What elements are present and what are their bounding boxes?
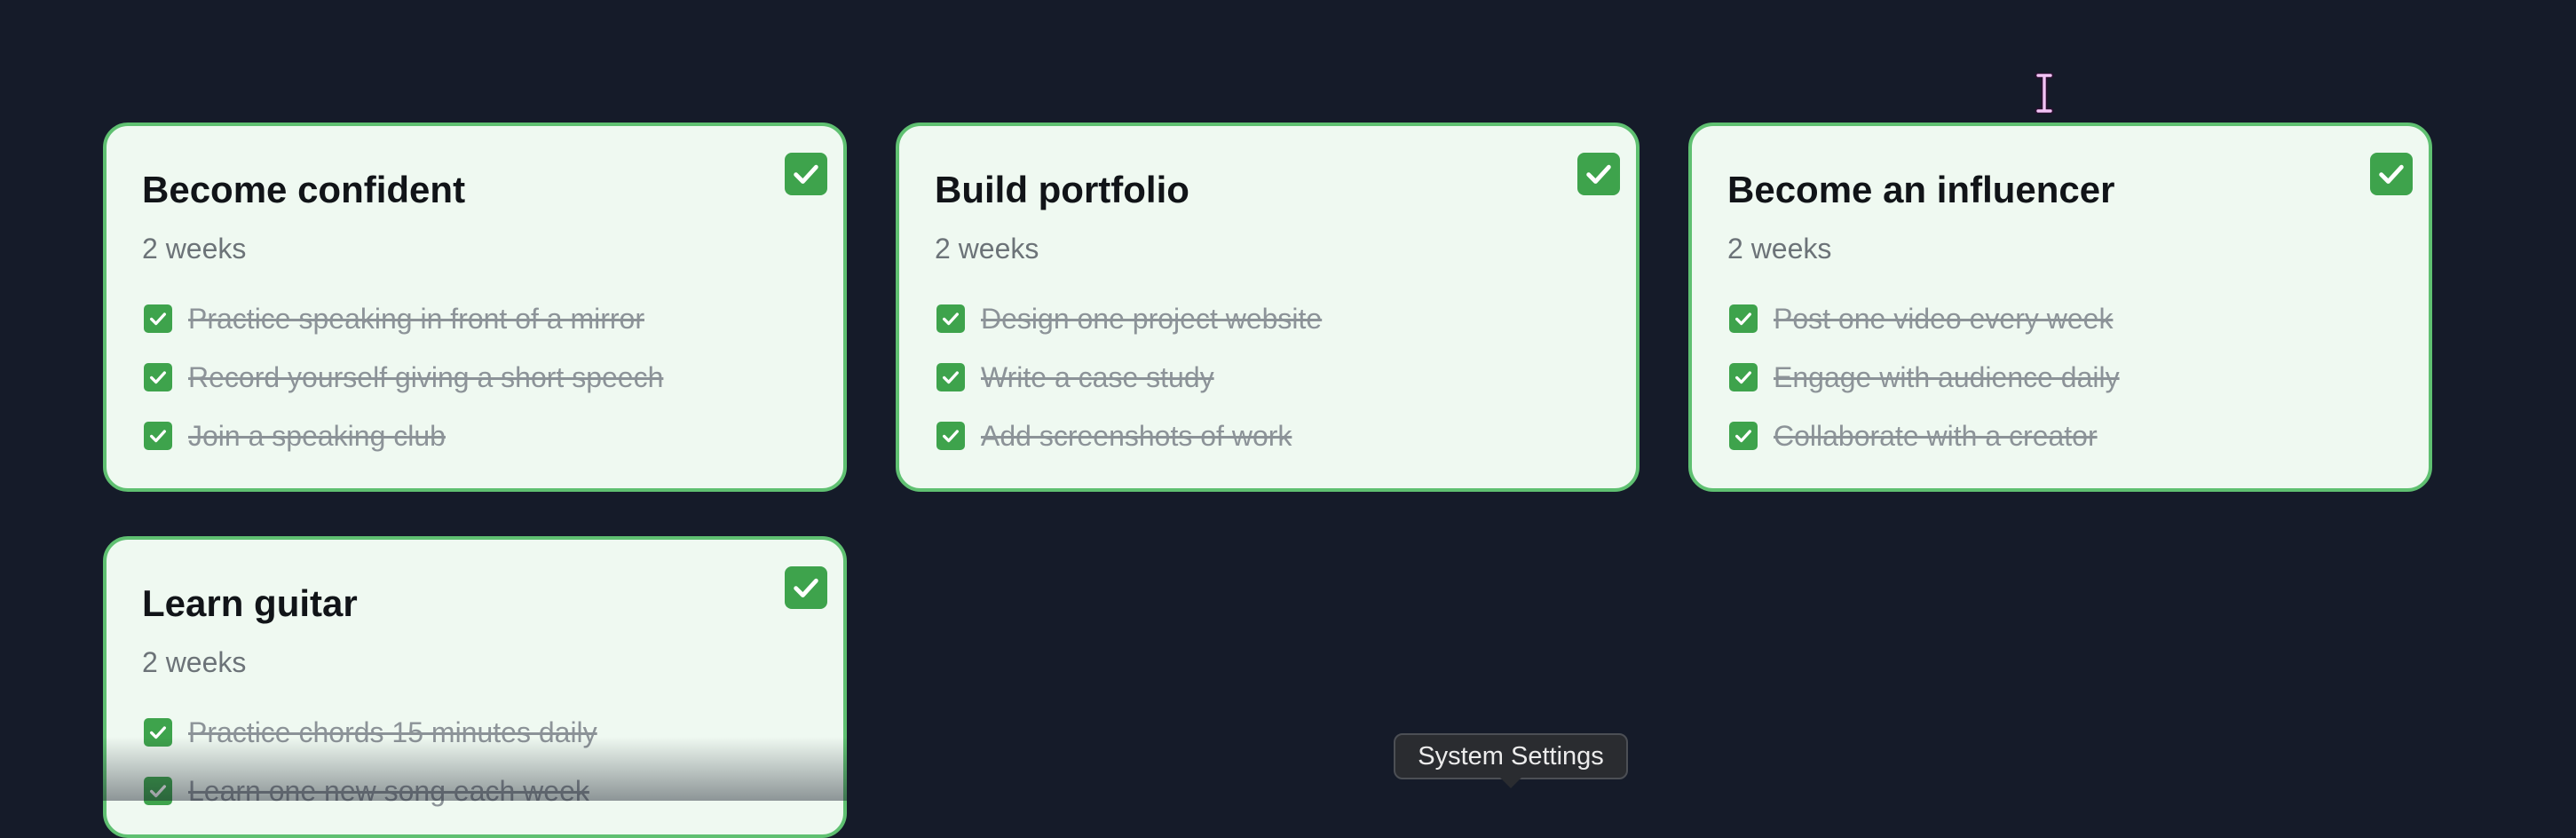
checkbox-checked-icon[interactable] (144, 422, 172, 450)
task-item: Learn one new song each week (142, 762, 808, 820)
task-item: Write a case study (935, 348, 1600, 407)
task-item: Post one video every week (1727, 289, 2393, 348)
checkbox-checked-icon[interactable] (936, 422, 965, 450)
task-item: Design one project website (935, 289, 1600, 348)
task-label: Add screenshots of work (981, 419, 1292, 452)
check-box-icon[interactable] (785, 153, 827, 195)
goal-duration: 2 weeks (1727, 233, 1832, 265)
task-list: Practice speaking in front of a mirror R… (142, 289, 808, 465)
checkbox-checked-icon[interactable] (144, 304, 172, 333)
checkbox-checked-icon[interactable] (1729, 304, 1758, 333)
check-box-icon[interactable] (1577, 153, 1620, 195)
goal-duration: 2 weeks (935, 233, 1039, 265)
text-cursor-icon (2035, 73, 2054, 114)
goal-card[interactable]: Learn guitar 2 weeks Practice chords 15 … (103, 536, 847, 838)
checkbox-checked-icon[interactable] (936, 363, 965, 391)
goal-duration: 2 weeks (142, 646, 247, 678)
checkbox-checked-icon[interactable] (144, 363, 172, 391)
task-item: Practice speaking in front of a mirror (142, 289, 808, 348)
task-item: Join a speaking club (142, 407, 808, 465)
goal-title: Learn guitar (142, 582, 358, 624)
task-label: Practice speaking in front of a mirror (188, 302, 644, 335)
goal-card[interactable]: Become confident 2 weeks Practice speaki… (103, 123, 847, 492)
task-label: Collaborate with a creator (1774, 419, 2098, 452)
tooltip-arrow (1500, 778, 1521, 788)
goal-duration: 2 weeks (142, 233, 247, 265)
task-list: Practice chords 15 minutes daily Learn o… (142, 703, 808, 820)
check-box-icon[interactable] (785, 566, 827, 609)
checkbox-checked-icon[interactable] (936, 304, 965, 333)
task-list: Design one project website Write a case … (935, 289, 1600, 465)
tooltip: System Settings (1394, 733, 1628, 779)
task-list: Post one video every week Engage with au… (1727, 289, 2393, 465)
task-label: Join a speaking club (188, 419, 446, 452)
goals-board: Become confident 2 weeks Practice speaki… (0, 0, 2576, 838)
check-box-icon[interactable] (2370, 153, 2413, 195)
task-label: Record yourself giving a short speech (188, 360, 664, 393)
task-label: Write a case study (981, 360, 1214, 393)
task-label: Design one project website (981, 302, 1323, 335)
checkbox-checked-icon[interactable] (1729, 363, 1758, 391)
checkbox-checked-icon[interactable] (144, 777, 172, 805)
task-label: Learn one new song each week (188, 774, 589, 807)
checkbox-checked-icon[interactable] (144, 718, 172, 747)
goal-card[interactable]: Build portfolio 2 weeks Design one proje… (896, 123, 1640, 492)
goal-title: Build portfolio (935, 169, 1189, 210)
goal-title: Become confident (142, 169, 466, 210)
task-item: Record yourself giving a short speech (142, 348, 808, 407)
goal-title: Become an influencer (1727, 169, 2115, 210)
task-item: Practice chords 15 minutes daily (142, 703, 808, 762)
checkbox-checked-icon[interactable] (1729, 422, 1758, 450)
task-label: Post one video every week (1774, 302, 2114, 335)
task-item: Add screenshots of work (935, 407, 1600, 465)
task-label: Practice chords 15 minutes daily (188, 715, 597, 748)
task-item: Engage with audience daily (1727, 348, 2393, 407)
task-item: Collaborate with a creator (1727, 407, 2393, 465)
goal-card[interactable]: Become an influencer 2 weeks Post one vi… (1688, 123, 2432, 492)
task-label: Engage with audience daily (1774, 360, 2120, 393)
